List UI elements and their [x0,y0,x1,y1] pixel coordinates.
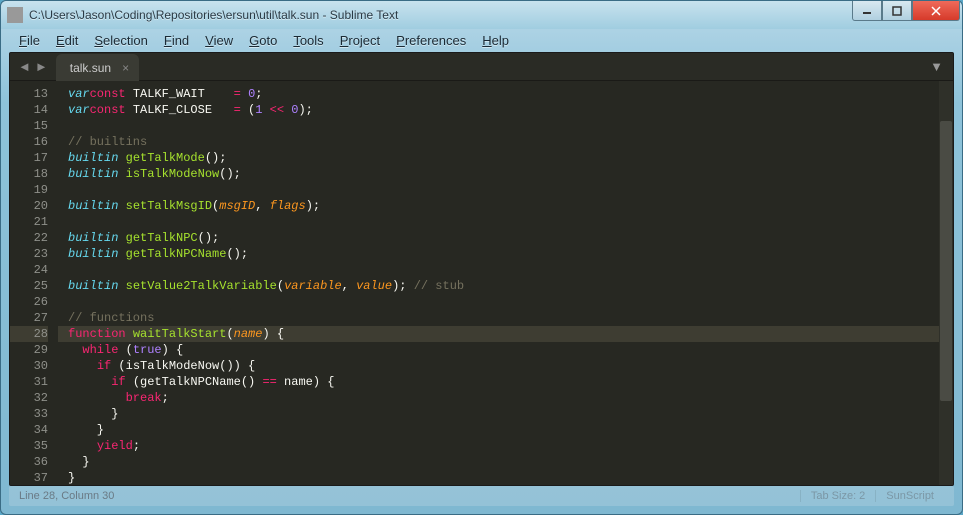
code-line[interactable]: builtin getTalkNPCName(); [68,246,953,262]
status-position[interactable]: Line 28, Column 30 [19,490,800,502]
code-line[interactable]: varconst TALKF_CLOSE = (1 << 0); [68,102,953,118]
line-number: 34 [10,422,48,438]
line-number: 25 [10,278,48,294]
statusbar: Line 28, Column 30 Tab Size: 2 SunScript [9,486,954,506]
line-number: 32 [10,390,48,406]
code-line[interactable]: } [68,454,953,470]
editor-area: ◄ ► talk.sun × ▼ 13141516171819202122232… [9,52,954,486]
line-number: 24 [10,262,48,278]
code-line[interactable] [68,294,953,310]
line-number: 20 [10,198,48,214]
code-line[interactable]: // functions [68,310,953,326]
menu-preferences[interactable]: Preferences [388,31,474,50]
code-line[interactable]: } [68,406,953,422]
window-title: C:\Users\Jason\Coding\Repositories\ersun… [29,8,956,22]
window-buttons [852,1,960,21]
line-number: 31 [10,374,48,390]
menu-find[interactable]: Find [156,31,197,50]
line-number: 16 [10,134,48,150]
line-number: 14 [10,102,48,118]
close-button[interactable] [912,1,960,21]
window-chrome: C:\Users\Jason\Coding\Repositories\ersun… [0,0,963,515]
line-number: 33 [10,406,48,422]
code-line[interactable]: builtin isTalkModeNow(); [68,166,953,182]
scroll-thumb[interactable] [940,121,952,401]
line-number: 26 [10,294,48,310]
line-number: 21 [10,214,48,230]
menu-view[interactable]: View [197,31,241,50]
code-line[interactable]: } [68,422,953,438]
tab-active[interactable]: talk.sun × [56,54,139,82]
maximize-button[interactable] [882,1,912,21]
nav-arrows: ◄ ► [10,59,56,74]
code-line[interactable] [68,262,953,278]
tab-close-icon[interactable]: × [122,61,129,75]
line-number-gutter: 1314151617181920212223242526272829303132… [10,81,58,485]
line-number: 18 [10,166,48,182]
code-line[interactable]: function waitTalkStart(name) { [58,326,953,342]
code-line[interactable]: varconst TALKF_WAIT = 0; [68,86,953,102]
menu-project[interactable]: Project [332,31,388,50]
line-number: 15 [10,118,48,134]
code-line[interactable]: yield; [68,438,953,454]
line-number: 35 [10,438,48,454]
tab-label: talk.sun [70,61,111,75]
code-line[interactable] [68,214,953,230]
menu-edit[interactable]: Edit [48,31,86,50]
line-number: 36 [10,454,48,470]
line-number: 30 [10,358,48,374]
code-line[interactable]: } [68,470,953,485]
code-line[interactable]: builtin setValue2TalkVariable(variable, … [68,278,953,294]
line-number: 29 [10,342,48,358]
vertical-scrollbar[interactable] [939,81,953,485]
status-syntax[interactable]: SunScript [875,490,944,502]
menu-file[interactable]: File [11,31,48,50]
menu-help[interactable]: Help [474,31,517,50]
panes-menu-icon[interactable]: ▼ [930,59,943,74]
line-number: 28 [10,326,48,342]
app-icon [7,7,23,23]
line-number: 23 [10,246,48,262]
menu-tools[interactable]: Tools [285,31,331,50]
code-line[interactable]: while (true) { [68,342,953,358]
line-number: 27 [10,310,48,326]
titlebar[interactable]: C:\Users\Jason\Coding\Repositories\ersun… [1,1,962,29]
line-number: 19 [10,182,48,198]
nav-forward-icon[interactable]: ► [35,59,48,74]
code-line[interactable] [68,182,953,198]
menu-selection[interactable]: Selection [86,31,155,50]
code-line[interactable]: builtin getTalkNPC(); [68,230,953,246]
code-line[interactable]: break; [68,390,953,406]
tab-bar: ◄ ► talk.sun × ▼ [10,53,953,81]
menu-goto[interactable]: Goto [241,31,285,50]
line-number: 17 [10,150,48,166]
code-line[interactable]: builtin getTalkMode(); [68,150,953,166]
nav-back-icon[interactable]: ◄ [18,59,31,74]
code-line[interactable]: // builtins [68,134,953,150]
code-content[interactable]: varconst TALKF_WAIT = 0;varconst TALKF_C… [58,81,953,485]
line-number: 13 [10,86,48,102]
code-line[interactable] [68,118,953,134]
code-line[interactable]: builtin setTalkMsgID(msgID, flags); [68,198,953,214]
code-line[interactable]: if (getTalkNPCName() == name) { [68,374,953,390]
code-line[interactable]: if (isTalkModeNow()) { [68,358,953,374]
minimize-button[interactable] [852,1,882,21]
code-area[interactable]: 1314151617181920212223242526272829303132… [10,81,953,485]
line-number: 37 [10,470,48,485]
line-number: 22 [10,230,48,246]
status-tab-size[interactable]: Tab Size: 2 [800,490,875,502]
menubar: FileEditSelectionFindViewGotoToolsProjec… [1,29,962,52]
